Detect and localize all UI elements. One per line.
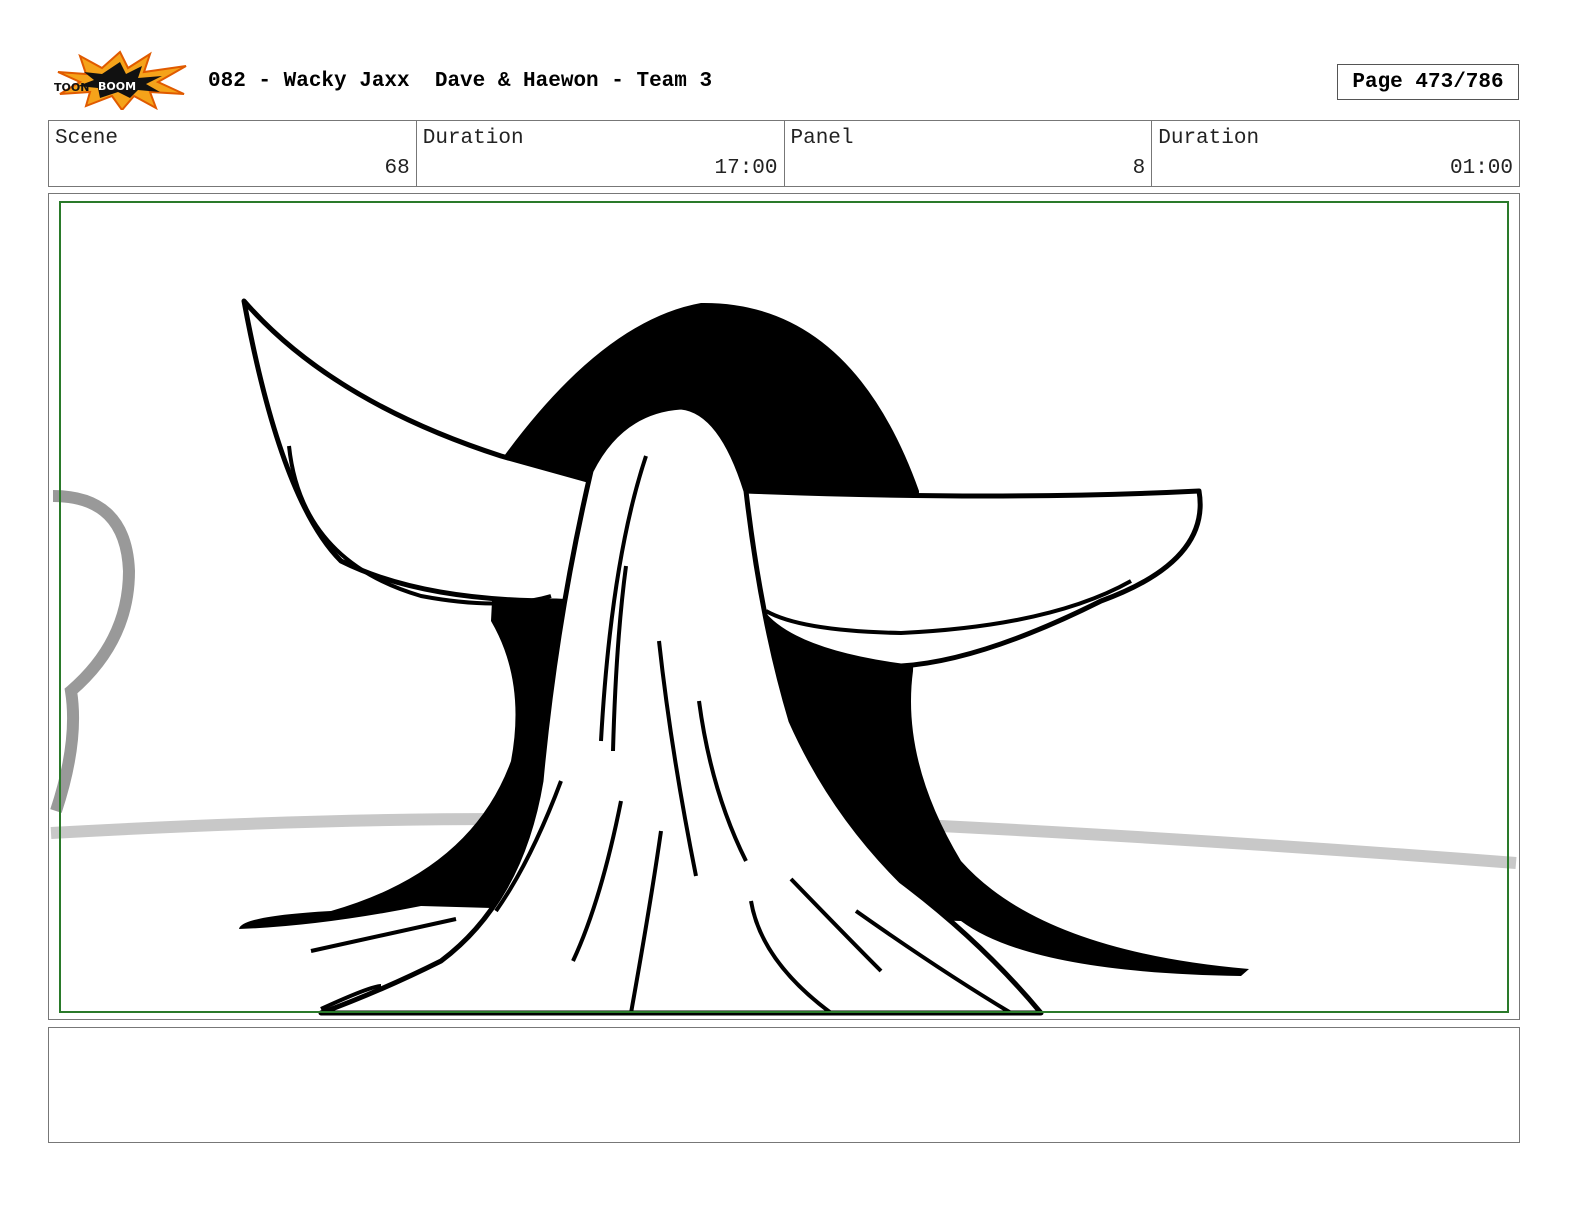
panel-duration-value: 01:00 [1449,157,1513,180]
scene-value: 68 [384,157,410,180]
panel-duration-label: Duration [1158,127,1260,150]
scene-duration-label: Duration [422,127,524,150]
svg-text:TOON: TOON [54,81,89,94]
info-table: Scene 68 Duration 17:00 Panel 8 Duration… [48,120,1520,187]
background-figure [50,490,136,813]
scene-cell: Scene 68 [49,121,417,186]
panel-drawing [50,298,1517,1016]
scene-duration-cell: Duration 17:00 [417,121,785,186]
panel-label: Panel [790,127,854,150]
panel-cell: Panel 8 [785,121,1153,186]
storyboard-panel [48,193,1520,1020]
scene-duration-value: 17:00 [714,157,778,180]
page-number: Page 473/786 [1337,64,1519,100]
scene-label: Scene [55,127,119,150]
panel-duration-cell: Duration 01:00 [1152,121,1519,186]
toon-boom-logo: TOON BOOM [50,50,188,112]
panel-value: 8 [1132,157,1146,180]
storyboard-title: 082 - Wacky Jaxx Dave & Haewon - Team 3 [208,70,713,93]
svg-text:BOOM: BOOM [98,80,136,93]
caption-box [48,1027,1520,1143]
